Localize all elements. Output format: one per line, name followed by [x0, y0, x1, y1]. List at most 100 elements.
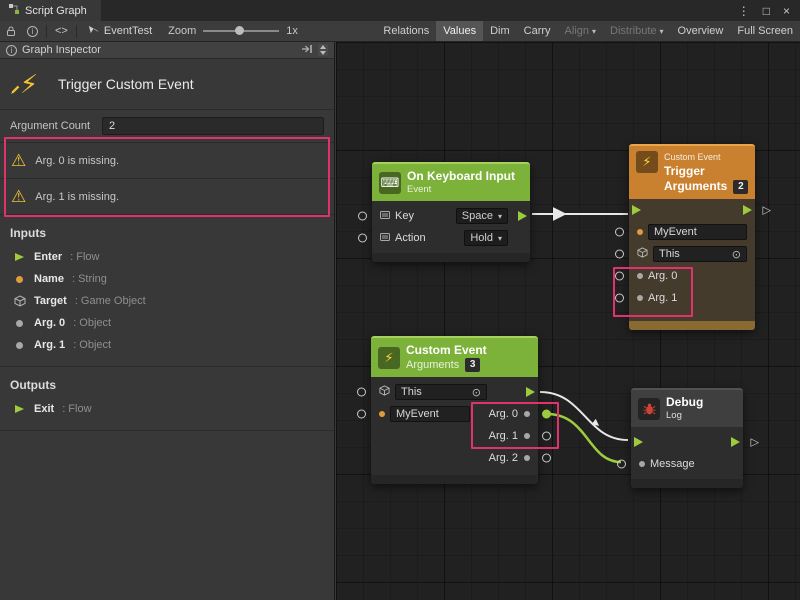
info-icon[interactable]: i [22, 21, 43, 41]
cube-icon [379, 385, 390, 399]
script-graph-window: Script Graph ⋮ □ × i <> EventTest Zoom 1… [0, 0, 800, 600]
zoom-label: Zoom [168, 25, 196, 37]
dim-button[interactable]: Dim [483, 21, 517, 41]
string-type-icon [637, 229, 643, 235]
action-port[interactable] [358, 234, 367, 243]
arg1-port[interactable] [615, 294, 624, 303]
graph-asset-button[interactable]: EventTest [80, 24, 160, 38]
warning-text: Arg. 1 is missing. [35, 191, 119, 203]
flow-out-arrow[interactable] [731, 437, 740, 447]
node-title: On Keyboard Input [407, 169, 515, 184]
chevron-down-icon: ▾ [498, 212, 502, 221]
toolbar-buttons: Relations Values Dim Carry Align▾ Distri… [376, 21, 800, 41]
window-controls: ⋮ □ × [728, 0, 800, 21]
target-field[interactable]: This⊙ [395, 384, 487, 400]
warning-icon: ⚠ [11, 152, 26, 169]
step-up-icon[interactable] [320, 45, 326, 49]
warning-row: ⚠ Arg. 0 is missing. [0, 143, 334, 179]
distribute-button[interactable]: Distribute▾ [603, 21, 670, 41]
input-item-name: Name : String [0, 268, 334, 290]
code-view-icon[interactable]: <> [50, 21, 73, 41]
carry-button[interactable]: Carry [517, 21, 558, 41]
input-item-arg1: Arg. 1 : Object [0, 334, 334, 356]
name-port[interactable] [615, 228, 624, 237]
chevron-down-icon: ▾ [592, 27, 596, 36]
key-port[interactable] [358, 212, 367, 221]
on-keyboard-input-node[interactable]: ⌨ On Keyboard Input Event Key Space ▾ [372, 162, 530, 262]
inputs-header: Inputs [0, 223, 334, 246]
name-port[interactable] [357, 410, 366, 419]
arg0-label: Arg. 0 [648, 270, 677, 282]
node-title: Custom Event [406, 343, 487, 358]
key-label: Key [395, 210, 414, 222]
target-port[interactable] [357, 388, 366, 397]
action-dropdown[interactable]: Hold ▾ [464, 230, 508, 246]
graph-canvas[interactable]: ⌨ On Keyboard Input Event Key Space ▾ [336, 42, 800, 600]
target-row: This⊙ [371, 381, 538, 403]
object-type-icon [524, 455, 530, 461]
custom-event-node[interactable]: ⚡ Custom Event Arguments3 This⊙ [371, 336, 538, 484]
message-port[interactable] [617, 460, 626, 469]
full-screen-button[interactable]: Full Screen [730, 21, 800, 41]
key-dropdown[interactable]: Space ▾ [456, 208, 508, 224]
target-port[interactable] [615, 250, 624, 259]
lock-icon[interactable] [0, 21, 22, 41]
trigger-custom-event-node[interactable]: ⚡ Custom Event Trigger Arguments2 ▷ MyEv… [629, 144, 755, 330]
target-field[interactable]: This⊙ [653, 246, 747, 262]
message-label: Message [650, 458, 695, 470]
overview-button[interactable]: Overview [671, 21, 731, 41]
lightning-icon: ⚡ [636, 151, 658, 173]
run-play-icon[interactable]: ▷ [763, 204, 771, 217]
arg2-port[interactable] [542, 454, 551, 463]
toolbar-divider [76, 25, 77, 38]
arg0-port[interactable] [615, 272, 624, 281]
run-play-icon[interactable]: ▷ [751, 436, 759, 449]
relations-button[interactable]: Relations [376, 21, 436, 41]
arg0-port[interactable] [542, 410, 551, 419]
pencil-icon [10, 71, 21, 102]
zoom-slider[interactable] [203, 30, 279, 32]
align-button[interactable]: Align▾ [558, 21, 603, 41]
flow-in-arrow[interactable] [634, 437, 643, 447]
graph-name: EventTest [104, 25, 152, 37]
debug-log-node[interactable]: Debug Log ▷ Message [631, 388, 743, 488]
window-maximize-icon[interactable]: □ [763, 4, 770, 18]
object-type-icon [637, 295, 643, 301]
input-item-target: Target : Game Object [0, 290, 334, 312]
input-item-enter: Enter : Flow [0, 246, 334, 268]
window-menu-icon[interactable]: ⋮ [738, 4, 750, 18]
step-down-icon[interactable] [320, 51, 326, 55]
flow-out-arrow[interactable] [526, 387, 535, 397]
flow-row: ▷ [631, 431, 743, 453]
graph-toolbar: i <> EventTest Zoom 1x Relations Values … [0, 21, 800, 42]
object-type-icon [13, 342, 26, 349]
argument-count-row: Argument Count [0, 110, 334, 143]
bug-icon [638, 398, 660, 420]
lightning-icon: ⚡ [378, 347, 400, 369]
warning-text: Arg. 0 is missing. [35, 155, 119, 167]
flow-out-arrow[interactable] [518, 211, 527, 221]
event-name-field[interactable]: MyEvent [390, 406, 470, 422]
arg0-label: Arg. 0 [489, 408, 518, 420]
flow-in-arrow[interactable] [632, 205, 641, 215]
argument-count-badge: 3 [465, 358, 480, 372]
zoom-value: 1x [286, 25, 298, 37]
node-category: Custom Event [664, 151, 748, 164]
tab-script-graph[interactable]: Script Graph [0, 0, 101, 21]
zoom-slider-knob[interactable] [235, 26, 244, 35]
output-item-exit: Exit : Flow [0, 398, 334, 420]
flow-out-arrow[interactable] [743, 205, 752, 215]
flow-arrow-icon [13, 253, 26, 261]
message-row: Message [631, 453, 743, 475]
values-button[interactable]: Values [436, 21, 483, 41]
event-name-field[interactable]: MyEvent [648, 224, 747, 240]
chevron-down-icon: ▾ [660, 27, 664, 36]
dock-panel-icon[interactable] [301, 43, 313, 58]
window-close-icon[interactable]: × [783, 4, 790, 18]
panel-stepper[interactable] [318, 44, 328, 56]
object-picker-icon[interactable]: ⊙ [472, 386, 481, 399]
arg1-port[interactable] [542, 432, 551, 441]
node-footer [629, 321, 755, 330]
argument-count-input[interactable] [102, 117, 324, 135]
object-picker-icon[interactable]: ⊙ [732, 248, 741, 261]
